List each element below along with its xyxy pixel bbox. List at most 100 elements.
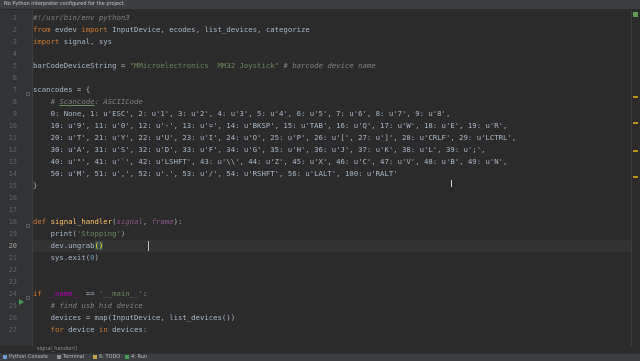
shebang-comment: #!/usr/bin/env python3 bbox=[33, 13, 130, 22]
string-literal: "MMicroelectronics MM32 Joystick" bbox=[129, 61, 280, 70]
fold-icon[interactable] bbox=[26, 92, 30, 96]
code-line: from evdev import InputDevice, ecodes, l… bbox=[33, 24, 632, 36]
code-line: devices = map(InputDevice, list_devices(… bbox=[33, 312, 632, 324]
line-number: 17 bbox=[8, 206, 17, 214]
loop-iterable: devices: bbox=[107, 325, 148, 334]
inspection-status-icon[interactable] bbox=[633, 12, 638, 17]
parameter: signal bbox=[116, 217, 143, 226]
import-list: InputDevice, ecodes, list_devices, categ… bbox=[107, 25, 310, 34]
line-number: 26 bbox=[8, 314, 17, 322]
assignment: devices = map(InputDevice, list_devices(… bbox=[33, 313, 236, 322]
fold-icon[interactable] bbox=[26, 224, 30, 228]
keyword: def bbox=[33, 217, 51, 226]
dict-close: } bbox=[33, 181, 38, 190]
warning-marker[interactable] bbox=[633, 96, 638, 98]
dict-entries: 40: u'"', 41: u'`', 42: u'LSHFT', 43: u'… bbox=[33, 157, 508, 166]
import-list: signal, sys bbox=[59, 37, 113, 46]
code-line: for device in devices: bbox=[33, 324, 632, 336]
code-line-current: dev.ungrab() bbox=[33, 240, 632, 252]
keyword: from bbox=[33, 25, 51, 34]
error-stripe[interactable] bbox=[631, 10, 640, 346]
code-line: 10: u'9', 11: u'0', 12: u'-', 13: u'=', … bbox=[33, 120, 632, 132]
comment-typo: Scancode bbox=[59, 97, 95, 106]
breadcrumb[interactable]: signal_handler() bbox=[33, 346, 631, 353]
dict-entries: 30: u'A', 31: u'S', 32: u'D', 33: u'F', … bbox=[33, 145, 486, 154]
line-number: 1 bbox=[12, 14, 17, 22]
line-number: 27 bbox=[8, 326, 17, 334]
code-line: 50: u'M', 51: u',', 52: u'.', 53: u'/', … bbox=[33, 168, 632, 180]
call: print( bbox=[33, 229, 77, 238]
notification-bar: No Python interpreter configured for the… bbox=[0, 0, 640, 10]
text-caret bbox=[148, 241, 149, 251]
line-number: 24 bbox=[8, 290, 17, 298]
line-number: 22 bbox=[8, 266, 17, 274]
inline-comment: # barcode device name bbox=[279, 61, 376, 70]
call: dev.ungrab bbox=[33, 241, 95, 250]
dunder-name: __name__ bbox=[46, 289, 82, 298]
line-number: 18 bbox=[8, 218, 17, 226]
keyword: import bbox=[33, 37, 60, 46]
code-editor[interactable]: #!/usr/bin/env python3 from evdev import… bbox=[33, 10, 632, 346]
parameter: frame bbox=[151, 217, 174, 226]
operator: == bbox=[81, 289, 99, 298]
keyword: if bbox=[33, 289, 47, 298]
code-line: if __name__ == '__main__': bbox=[33, 288, 632, 300]
line-number-current: 20 bbox=[8, 242, 17, 250]
code-line: 30: u'A', 31: u'S', 32: u'D', 33: u'F', … bbox=[33, 144, 632, 156]
comment: # find usb hid device bbox=[33, 301, 143, 310]
breadcrumb-item[interactable]: signal_handler() bbox=[37, 346, 77, 352]
module-name: evdev bbox=[50, 25, 82, 34]
code-line: # Scancode: ASCIICode bbox=[33, 96, 632, 108]
line-number: 4 bbox=[12, 50, 17, 58]
line-number: 5 bbox=[12, 62, 17, 70]
line-number: 23 bbox=[8, 278, 17, 286]
notification-message: No Python interpreter configured for the… bbox=[4, 1, 124, 7]
line-number: 11 bbox=[8, 134, 17, 142]
code-line: #!/usr/bin/env python3 bbox=[33, 12, 632, 24]
dict-open: scancodes = { bbox=[33, 85, 91, 94]
code-line: 40: u'"', 41: u'`', 42: u'LSHFT', 43: u'… bbox=[33, 156, 632, 168]
fold-icon[interactable] bbox=[26, 296, 30, 300]
mouse-ibeam-cursor bbox=[451, 180, 452, 187]
code-line: 20: u'T', 21: u'Y', 22: u'U', 23: u'I', … bbox=[33, 132, 632, 144]
line-number: 12 bbox=[8, 146, 17, 154]
code-line: # find usb hid device bbox=[33, 300, 632, 312]
code-line: } bbox=[33, 180, 632, 192]
keyword: for bbox=[33, 325, 64, 334]
dict-entries: 50: u'M', 51: u',', 52: u'.', 53: u'/', … bbox=[33, 169, 398, 178]
keyword: in bbox=[98, 325, 108, 334]
line-number: 7 bbox=[12, 86, 17, 94]
dict-entries: 10: u'9', 11: u'0', 12: u'-', 13: u'=', … bbox=[33, 121, 508, 130]
line-number: 16 bbox=[8, 194, 17, 202]
brace-match: () bbox=[94, 241, 104, 250]
punctuation: ): bbox=[173, 217, 183, 226]
dict-entries: 0: None, 1: u'ESC', 2: u'1', 3: u'2', 4:… bbox=[33, 109, 451, 118]
warning-marker[interactable] bbox=[633, 122, 638, 124]
punctuation: , bbox=[142, 217, 152, 226]
punctuation: : bbox=[142, 289, 148, 298]
dict-entries: 20: u'T', 21: u'Y', 22: u'U', 23: u'I', … bbox=[33, 133, 517, 142]
code-line: sys.exit(0) bbox=[33, 252, 632, 264]
code-line: print('Stopping') bbox=[33, 228, 632, 240]
run-arrow-icon[interactable] bbox=[19, 299, 24, 305]
line-number: 21 bbox=[8, 254, 17, 262]
code-line: import signal, sys bbox=[33, 36, 632, 48]
punctuation: ) bbox=[94, 253, 99, 262]
line-number: 9 bbox=[12, 110, 17, 118]
comment: # bbox=[33, 97, 60, 106]
call: sys.exit( bbox=[33, 253, 91, 262]
warning-marker[interactable] bbox=[633, 176, 638, 178]
line-number: 3 bbox=[12, 38, 17, 46]
warning-marker[interactable] bbox=[633, 150, 638, 152]
line-number: 13 bbox=[8, 158, 17, 166]
line-number: 25 bbox=[8, 302, 17, 310]
code-line: scancodes = { bbox=[33, 84, 632, 96]
code-line: barCodeDeviceString = "MMicroelectronics… bbox=[33, 60, 632, 72]
comment: : ASCIICode bbox=[94, 97, 143, 106]
code-line: 0: None, 1: u'ESC', 2: u'1', 3: u'2', 4:… bbox=[33, 108, 632, 120]
string-literal: 'Stopping' bbox=[76, 229, 121, 238]
line-number: 6 bbox=[12, 74, 17, 82]
function-name: signal_handler bbox=[50, 217, 113, 226]
loop-variable: device bbox=[63, 325, 99, 334]
code-line: def signal_handler(signal, frame): bbox=[33, 216, 632, 228]
